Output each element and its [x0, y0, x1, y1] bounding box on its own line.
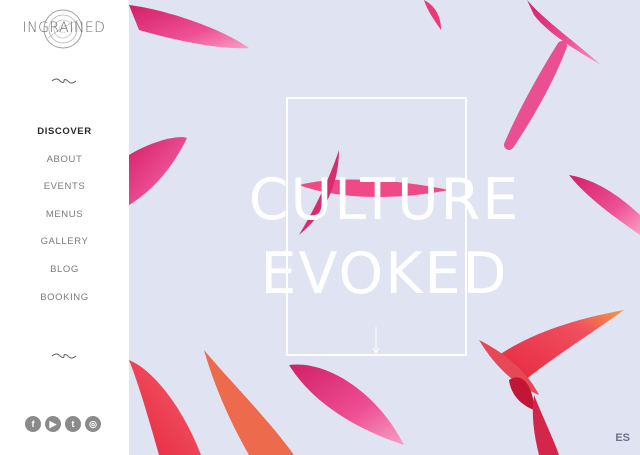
nav-item-events[interactable]: EVENTS — [0, 179, 129, 207]
flourish-divider-top-icon — [51, 78, 77, 84]
nav-item-menus[interactable]: MENUS — [0, 207, 129, 235]
main-nav: DISCOVER ABOUT EVENTS MENUS GALLERY BLOG… — [0, 124, 129, 317]
logo-text: INGRAINED — [22, 20, 106, 36]
nav-item-blog[interactable]: BLOG — [0, 262, 129, 290]
flourish-divider-bottom-icon — [51, 353, 77, 359]
instagram-icon[interactable]: ◎ — [85, 416, 101, 432]
social-links: f ▶ t ◎ — [25, 416, 101, 432]
twitter-icon[interactable]: t — [65, 416, 81, 432]
nav-item-gallery[interactable]: GALLERY — [0, 234, 129, 262]
headline-line-2: EVOKED — [260, 241, 509, 308]
nav-item-discover[interactable]: DISCOVER — [0, 124, 129, 152]
hero-section: CULTURE EVOKED ES — [129, 0, 640, 455]
headline-line-1: CULTURE — [248, 167, 521, 234]
nav-item-booking[interactable]: BOOKING — [0, 290, 129, 318]
facebook-icon[interactable]: f — [25, 416, 41, 432]
language-switch[interactable]: ES — [615, 432, 630, 444]
hero-headline: CULTURE EVOKED — [189, 163, 580, 311]
scroll-down-arrow-icon[interactable] — [371, 327, 381, 355]
logo[interactable]: INGRAINED — [20, 6, 108, 50]
nav-item-about[interactable]: ABOUT — [0, 152, 129, 180]
youtube-icon[interactable]: ▶ — [45, 416, 61, 432]
sidebar: INGRAINED DISCOVER ABOUT EVENTS MENUS GA… — [0, 0, 129, 455]
